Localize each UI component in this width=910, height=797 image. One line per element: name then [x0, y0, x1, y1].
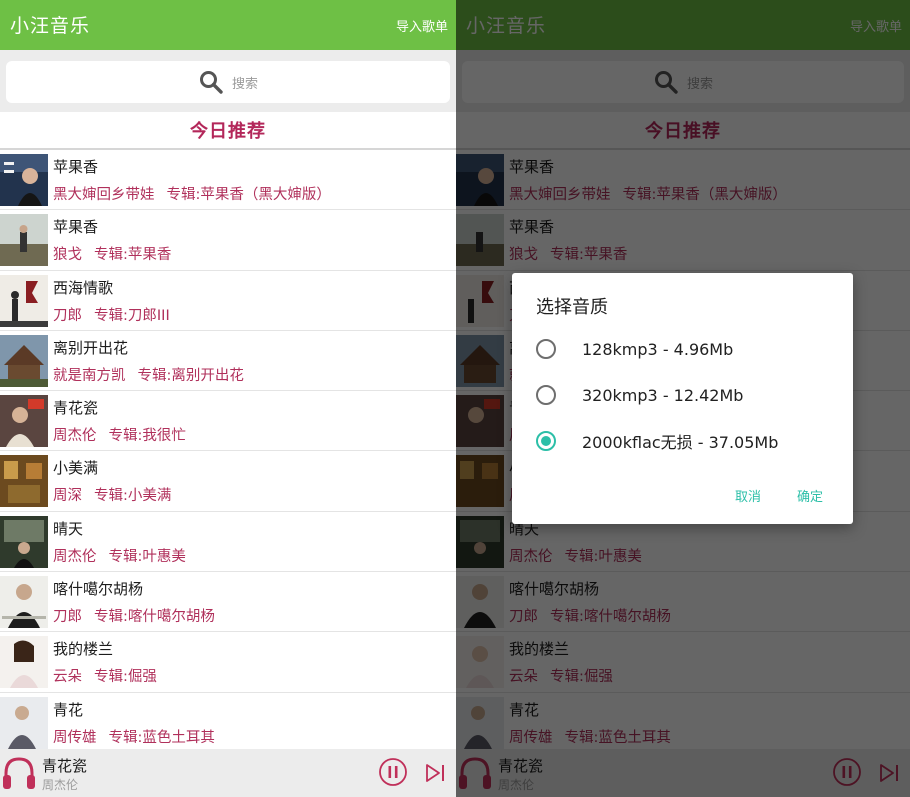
- song-meta: 刀郎专辑:刀郎III: [53, 304, 170, 325]
- section-title: 今日推荐: [190, 121, 266, 142]
- song-meta: 周深专辑:小美满: [53, 484, 171, 505]
- song-list: 苹果香 黑大婶回乡带娃专辑:苹果香（黑大婶版） 苹果香 狼戈专辑:苹果香 西海情…: [0, 150, 456, 753]
- song-meta: 狼戈专辑:苹果香: [53, 243, 171, 264]
- song-album: 专辑:苹果香（黑大婶版）: [166, 187, 331, 203]
- search-placeholder: 搜索: [231, 76, 258, 92]
- radio-button[interactable]: [536, 385, 556, 405]
- now-playing-title: 青花瓷: [42, 757, 88, 775]
- song-title: 苹果香: [53, 158, 99, 176]
- main-screen: 小汪音乐 导入歌单 搜索 今日推荐 苹果香 黑大婶回乡带娃 专辑:苹果香（黑大婶版…: [0, 0, 456, 797]
- radio-button[interactable]: [536, 339, 556, 359]
- app-bar: 小汪音乐 导入歌单: [0, 0, 456, 50]
- pause-button[interactable]: [378, 757, 408, 787]
- song-album: 专辑:叶惠美: [108, 548, 186, 565]
- import-playlist-button[interactable]: 导入歌单: [396, 16, 448, 35]
- song-meta: 就是南方凯专辑:离别开出花: [53, 364, 244, 385]
- quality-option-label: 2000kflac无损 - 37.05Mb: [582, 433, 779, 452]
- song-row[interactable]: 离别开出花 就是南方凯专辑:离别开出花: [0, 331, 456, 392]
- section-header: 今日推荐: [0, 112, 456, 150]
- song-meta: 黑大婶回乡带娃专辑:苹果香（黑大婶版）: [53, 183, 331, 204]
- song-title: 西海情歌: [53, 278, 114, 297]
- song-artist: 周杰伦: [53, 428, 97, 445]
- song-album: 专辑:我很忙: [108, 428, 186, 445]
- song-title: 青花瓷: [53, 399, 99, 418]
- search-bar-container: 搜索: [0, 50, 456, 112]
- song-title: 我的楼兰: [53, 640, 114, 659]
- song-artist: 周传雄: [53, 729, 97, 746]
- song-row[interactable]: 西海情歌 刀郎专辑:刀郎III: [0, 271, 456, 331]
- song-album: 专辑:苹果香: [94, 247, 172, 264]
- song-artist: 周深: [53, 488, 82, 505]
- song-row[interactable]: 喀什噶尔胡杨 刀郎专辑:喀什噶尔胡杨: [0, 572, 456, 633]
- album-cover: [0, 576, 48, 629]
- album-cover: [0, 154, 48, 206]
- mini-player[interactable]: 青花瓷 周杰伦: [0, 749, 456, 797]
- now-playing-artist: 周杰伦: [42, 778, 79, 792]
- album-cover: [0, 696, 48, 749]
- song-title: 喀什噶尔胡杨: [53, 580, 144, 599]
- quality-dialog: 选择音质 128kmp3 - 4.96Mb 320kmp3 - 12.42Mb …: [512, 273, 853, 524]
- song-artist: 狼戈: [53, 247, 82, 264]
- quality-option-label: 320kmp3 - 12.42Mb: [582, 385, 744, 405]
- album-cover: [0, 636, 48, 689]
- song-album: 专辑:蓝色土耳其: [108, 729, 215, 746]
- song-album: 专辑:刀郎III: [94, 307, 170, 324]
- song-meta: 周传雄专辑:蓝色土耳其: [53, 726, 215, 747]
- song-album: 专辑:小美满: [94, 488, 172, 505]
- album-cover: [0, 334, 48, 387]
- song-row[interactable]: 我的楼兰 云朵专辑:倔强: [0, 632, 456, 693]
- search-icon: [199, 71, 223, 94]
- song-row[interactable]: 青花 周传雄专辑:蓝色土耳其: [0, 693, 456, 753]
- quality-option-flac[interactable]: 2000kflac无损 - 37.05Mb: [536, 426, 836, 456]
- quality-dialog-screen: 小汪音乐 导入歌单 搜索 今日推荐 苹果香 黑大婶回乡带娃专辑:苹果香（黑大婶版…: [456, 0, 910, 797]
- song-title: 离别开出花: [53, 338, 129, 357]
- album-cover: [0, 395, 48, 448]
- song-meta: 云朵专辑:倔强: [53, 665, 157, 686]
- song-row[interactable]: 小美满 周深专辑:小美满: [0, 451, 456, 512]
- quality-option-label: 128kmp3 - 4.96Mb: [582, 339, 734, 359]
- song-title: 苹果香: [53, 218, 99, 237]
- app-title: 小汪音乐: [10, 15, 91, 37]
- album-cover: [0, 515, 48, 568]
- next-track-button[interactable]: [424, 762, 446, 784]
- cancel-button[interactable]: 取消: [735, 486, 761, 505]
- song-row[interactable]: 晴天 周杰伦专辑:叶惠美: [0, 512, 456, 573]
- song-artist: 刀郎: [53, 609, 82, 626]
- song-meta: 周杰伦专辑:我很忙: [53, 424, 186, 445]
- search-input[interactable]: 搜索: [6, 61, 450, 103]
- song-artist: 就是南方凯: [53, 367, 126, 384]
- confirm-button[interactable]: 确定: [797, 486, 823, 505]
- song-artist: 周杰伦: [53, 548, 97, 565]
- song-title: 晴天: [53, 519, 84, 538]
- quality-option-320k[interactable]: 320kmp3 - 12.42Mb: [536, 380, 836, 410]
- album-cover: [0, 274, 48, 327]
- song-meta: 周杰伦专辑:叶惠美: [53, 545, 186, 566]
- album-cover: [0, 214, 48, 267]
- song-artist: 云朵: [53, 669, 82, 686]
- song-album: 专辑:喀什噶尔胡杨: [94, 609, 215, 626]
- album-cover: [0, 455, 48, 508]
- song-artist: 刀郎: [53, 307, 82, 324]
- radio-button-selected[interactable]: [536, 431, 556, 451]
- song-row[interactable]: 青花瓷 周杰伦专辑:我很忙: [0, 391, 456, 452]
- song-album: 专辑:倔强: [94, 669, 157, 686]
- headphones-icon: [3, 757, 35, 789]
- song-artist: 黑大婶回乡带娃: [53, 187, 155, 203]
- song-row[interactable]: 苹果香 狼戈专辑:苹果香: [0, 210, 456, 271]
- song-meta: 刀郎专辑:喀什噶尔胡杨: [53, 605, 215, 626]
- dialog-title: 选择音质: [536, 297, 608, 318]
- song-album: 专辑:离别开出花: [137, 367, 244, 384]
- song-title: 青花: [53, 700, 84, 719]
- quality-option-128k[interactable]: 128kmp3 - 4.96Mb: [536, 334, 836, 364]
- song-row[interactable]: 苹果香 黑大婶回乡带娃专辑:苹果香（黑大婶版）: [0, 150, 456, 211]
- song-title: 小美满: [53, 459, 99, 478]
